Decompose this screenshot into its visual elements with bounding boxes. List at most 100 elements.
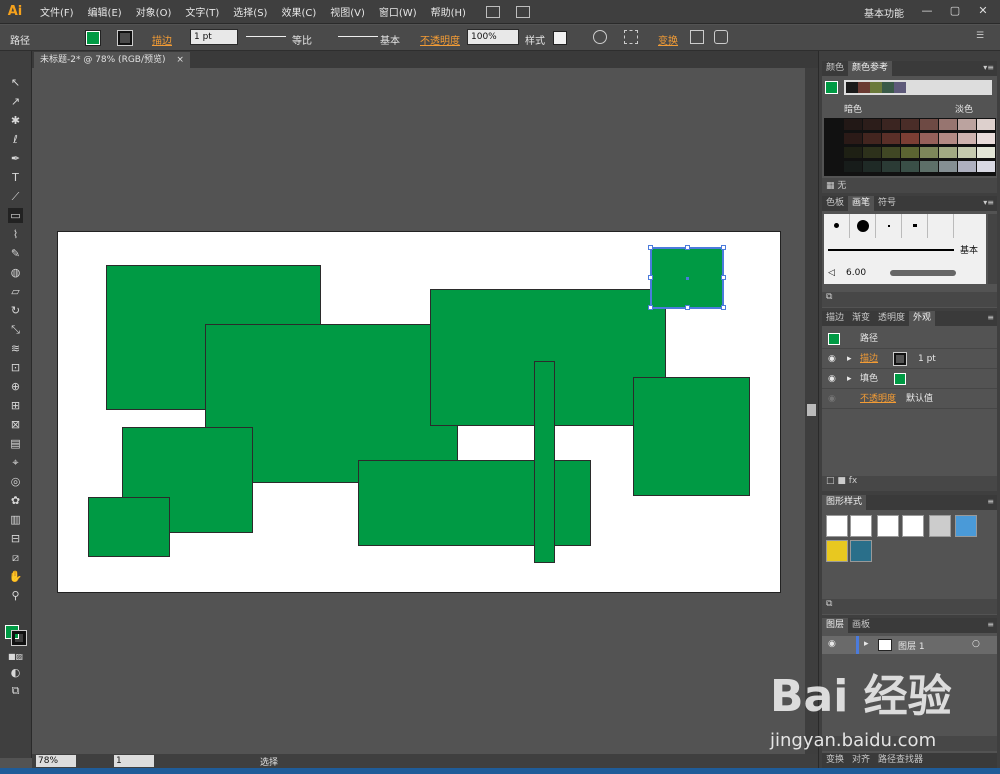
layer-name[interactable]: 图层 1 — [898, 639, 925, 652]
visibility-eye-icon[interactable]: ◉ — [828, 639, 836, 649]
brush-dot-tiny[interactable] — [876, 214, 902, 238]
brush-calligraphic[interactable] — [902, 214, 928, 238]
none-swatch-icon[interactable]: ▦ — [826, 181, 835, 191]
workspace-switcher[interactable]: 基本功能 — [864, 5, 904, 20]
appearance-fill-row[interactable]: ◉ ▸ 填色 — [822, 369, 997, 389]
recolor-artwork-icon[interactable] — [593, 30, 607, 44]
menu-file[interactable]: 文件(F) — [40, 4, 74, 19]
basic-brush-stroke[interactable] — [828, 249, 954, 251]
menu-type[interactable]: 文字(T) — [185, 4, 219, 19]
type-tool-icon[interactable]: T — [8, 170, 23, 185]
expand-triangle-icon[interactable]: ▸ — [847, 349, 852, 369]
resize-handle[interactable] — [685, 245, 690, 250]
tab-layers[interactable]: 图层 — [822, 618, 849, 633]
menu-object[interactable]: 对象(O) — [136, 4, 172, 19]
graphic-style-blue-glow[interactable] — [955, 515, 977, 537]
rotate-tool-icon[interactable]: ↻ — [8, 303, 23, 318]
color-mode-icons[interactable]: ■▨ — [8, 649, 23, 664]
graphic-style-default[interactable] — [826, 515, 848, 537]
free-transform-tool-icon[interactable]: ⊡ — [8, 360, 23, 375]
rectangle-tool-icon[interactable]: ▭ — [8, 208, 23, 223]
opacity-field[interactable]: 100% — [467, 29, 519, 45]
appearance-stroke-label[interactable]: 描边 — [860, 349, 878, 369]
drawing-mode-icon[interactable]: ◐ — [8, 665, 23, 680]
base-color-swatch[interactable] — [825, 81, 838, 94]
tab-symbols[interactable]: 符号 — [874, 196, 900, 211]
expand-triangle-icon[interactable]: ▸ — [864, 639, 869, 649]
panel-menu-icon[interactable]: ▾≡ — [983, 63, 994, 72]
menu-effect[interactable]: 效果(C) — [281, 4, 316, 19]
tab-swatches[interactable]: 色板 — [822, 196, 848, 211]
screen-mode-icon[interactable]: ⧉ — [8, 683, 23, 698]
selection-bounding-box[interactable] — [648, 245, 726, 310]
brush-blank[interactable] — [928, 214, 954, 238]
warp-tool-icon[interactable]: ≋ — [8, 341, 23, 356]
add-stroke-icon[interactable]: □ ■ fx — [826, 476, 857, 486]
fill-color-swatch[interactable] — [85, 30, 101, 46]
lasso-tool-icon[interactable]: ℓ — [8, 132, 23, 147]
close-button[interactable]: ✕ — [970, 2, 996, 20]
canvas-area[interactable] — [32, 68, 805, 754]
brush-list-scrollbar[interactable] — [988, 214, 997, 284]
blend-tool-icon[interactable]: ◎ — [8, 474, 23, 489]
visibility-eye-icon[interactable]: ◉ — [828, 349, 836, 369]
scrollbar-thumb[interactable] — [807, 404, 816, 416]
tab-artboards[interactable]: 画板 — [848, 618, 874, 633]
zoom-level-field[interactable]: 78% — [36, 755, 76, 767]
appearance-opacity-row[interactable]: ◉ 不透明度 默认值 — [822, 389, 997, 409]
appearance-stroke-row[interactable]: ◉ ▸ 描边 1 pt — [822, 349, 997, 369]
visibility-eye-icon[interactable]: ◉ — [828, 369, 836, 389]
stroke-link[interactable]: 描边 — [152, 32, 172, 47]
artboard-number-field[interactable]: 1 — [114, 755, 154, 767]
menu-select[interactable]: 选择(S) — [233, 4, 267, 19]
graphic-style-shadow[interactable] — [929, 515, 951, 537]
tab-transparency[interactable]: 透明度 — [874, 311, 909, 326]
brush-list[interactable]: 基本 ◁ 6.00 — [824, 214, 986, 284]
resize-handle[interactable] — [721, 275, 726, 280]
close-tab-icon[interactable]: × — [176, 55, 184, 65]
green-rectangle[interactable] — [88, 497, 170, 557]
column-graph-tool-icon[interactable]: ▥ — [8, 512, 23, 527]
menu-edit[interactable]: 编辑(E) — [88, 4, 122, 19]
brush-dot-small[interactable] — [824, 214, 850, 238]
graphic-style-texture[interactable] — [850, 540, 872, 562]
layer-row[interactable]: ◉ ▸ 图层 1 ○ — [822, 636, 997, 654]
expand-triangle-icon[interactable]: ▸ — [847, 369, 852, 389]
isolate-icon[interactable] — [714, 30, 728, 44]
paintbrush-tool-icon[interactable]: ⌇ — [8, 227, 23, 242]
panel-menu-icon[interactable]: ≡ — [987, 313, 994, 322]
graphic-style-white[interactable] — [877, 515, 899, 537]
appearance-stroke-swatch[interactable] — [893, 352, 907, 366]
line-tool-icon[interactable]: ⟋ — [8, 189, 23, 204]
menu-help[interactable]: 帮助(H) — [431, 4, 466, 19]
tab-pathfinder[interactable]: 路径查找器 — [874, 753, 927, 768]
tab-color-guide[interactable]: 颜色参考 — [848, 61, 893, 76]
selection-tool-icon[interactable]: ↖ — [8, 75, 23, 90]
align-icon[interactable] — [624, 30, 638, 44]
document-tab[interactable]: 未标题-2* @ 78% (RGB/预览) × — [34, 52, 190, 68]
tab-transform[interactable]: 变换 — [822, 753, 848, 768]
eraser-tool-icon[interactable]: ▱ — [8, 284, 23, 299]
style-library-icon[interactable]: ⧉ — [826, 599, 832, 609]
artboard-tool-icon[interactable]: ⊟ — [8, 531, 23, 546]
symbol-sprayer-tool-icon[interactable]: ✿ — [8, 493, 23, 508]
hand-tool-icon[interactable]: ✋ — [8, 569, 23, 584]
variable-width-profile[interactable]: 等比 — [292, 32, 312, 47]
toolbox-stroke-swatch[interactable] — [11, 630, 27, 646]
tab-stroke[interactable]: 描边 — [822, 311, 848, 326]
resize-handle[interactable] — [648, 275, 653, 280]
blob-brush-tool-icon[interactable]: ◍ — [8, 265, 23, 280]
graphic-style-leaf[interactable] — [826, 540, 848, 562]
visibility-eye-icon[interactable]: ◉ — [828, 389, 836, 409]
brush-library-icon[interactable]: ⧉ — [826, 292, 832, 302]
pen-tool-icon[interactable]: ✒ — [8, 151, 23, 166]
appearance-fill-swatch[interactable] — [894, 373, 906, 385]
pencil-tool-icon[interactable]: ✎ — [8, 246, 23, 261]
scale-tool-icon[interactable]: ⤡ — [8, 322, 23, 337]
graphic-style-picker[interactable] — [553, 31, 567, 45]
minimize-button[interactable]: — — [914, 2, 940, 20]
brush-definition[interactable]: 基本 — [380, 32, 400, 47]
appearance-opacity-label[interactable]: 不透明度 — [860, 389, 896, 409]
stroke-color-swatch[interactable] — [117, 30, 133, 46]
resize-handle[interactable] — [721, 305, 726, 310]
